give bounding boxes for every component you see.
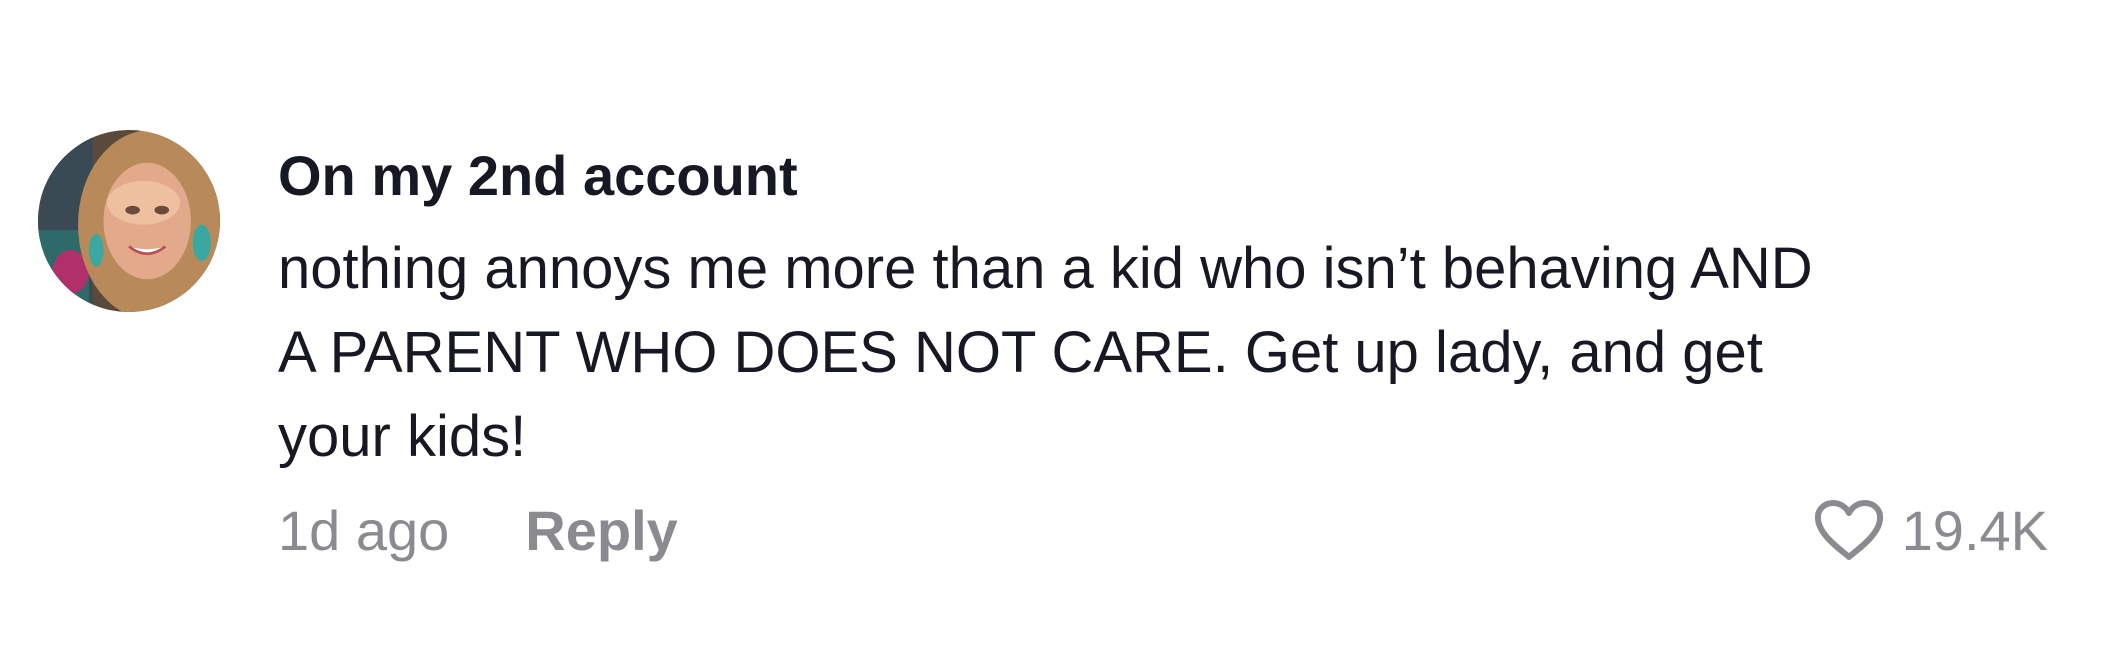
comment-timestamp: 1d ago	[278, 498, 450, 562]
comment-meta: 1d ago Reply	[278, 495, 678, 565]
avatar[interactable]	[38, 130, 220, 312]
comment-text-line: your kids!	[278, 404, 527, 469]
comment-text: nothing annoys me more than a kid who is…	[278, 227, 2078, 479]
reply-button[interactable]: Reply	[525, 498, 678, 563]
comment-item: On my 2nd account nothing annoys me more…	[0, 0, 2121, 653]
avatar-image	[38, 130, 220, 312]
comment-text-line: A PARENT WHO DOES NOT CARE. Get up lady,…	[278, 320, 1763, 385]
comment-text-line: nothing annoys me more than a kid who is…	[278, 236, 1813, 301]
like-button[interactable]: 19.4K	[1814, 495, 2048, 565]
comment-username[interactable]: On my 2nd account	[278, 144, 798, 208]
heart-outline-icon[interactable]	[1814, 499, 1884, 561]
like-count: 19.4K	[1901, 498, 2048, 562]
